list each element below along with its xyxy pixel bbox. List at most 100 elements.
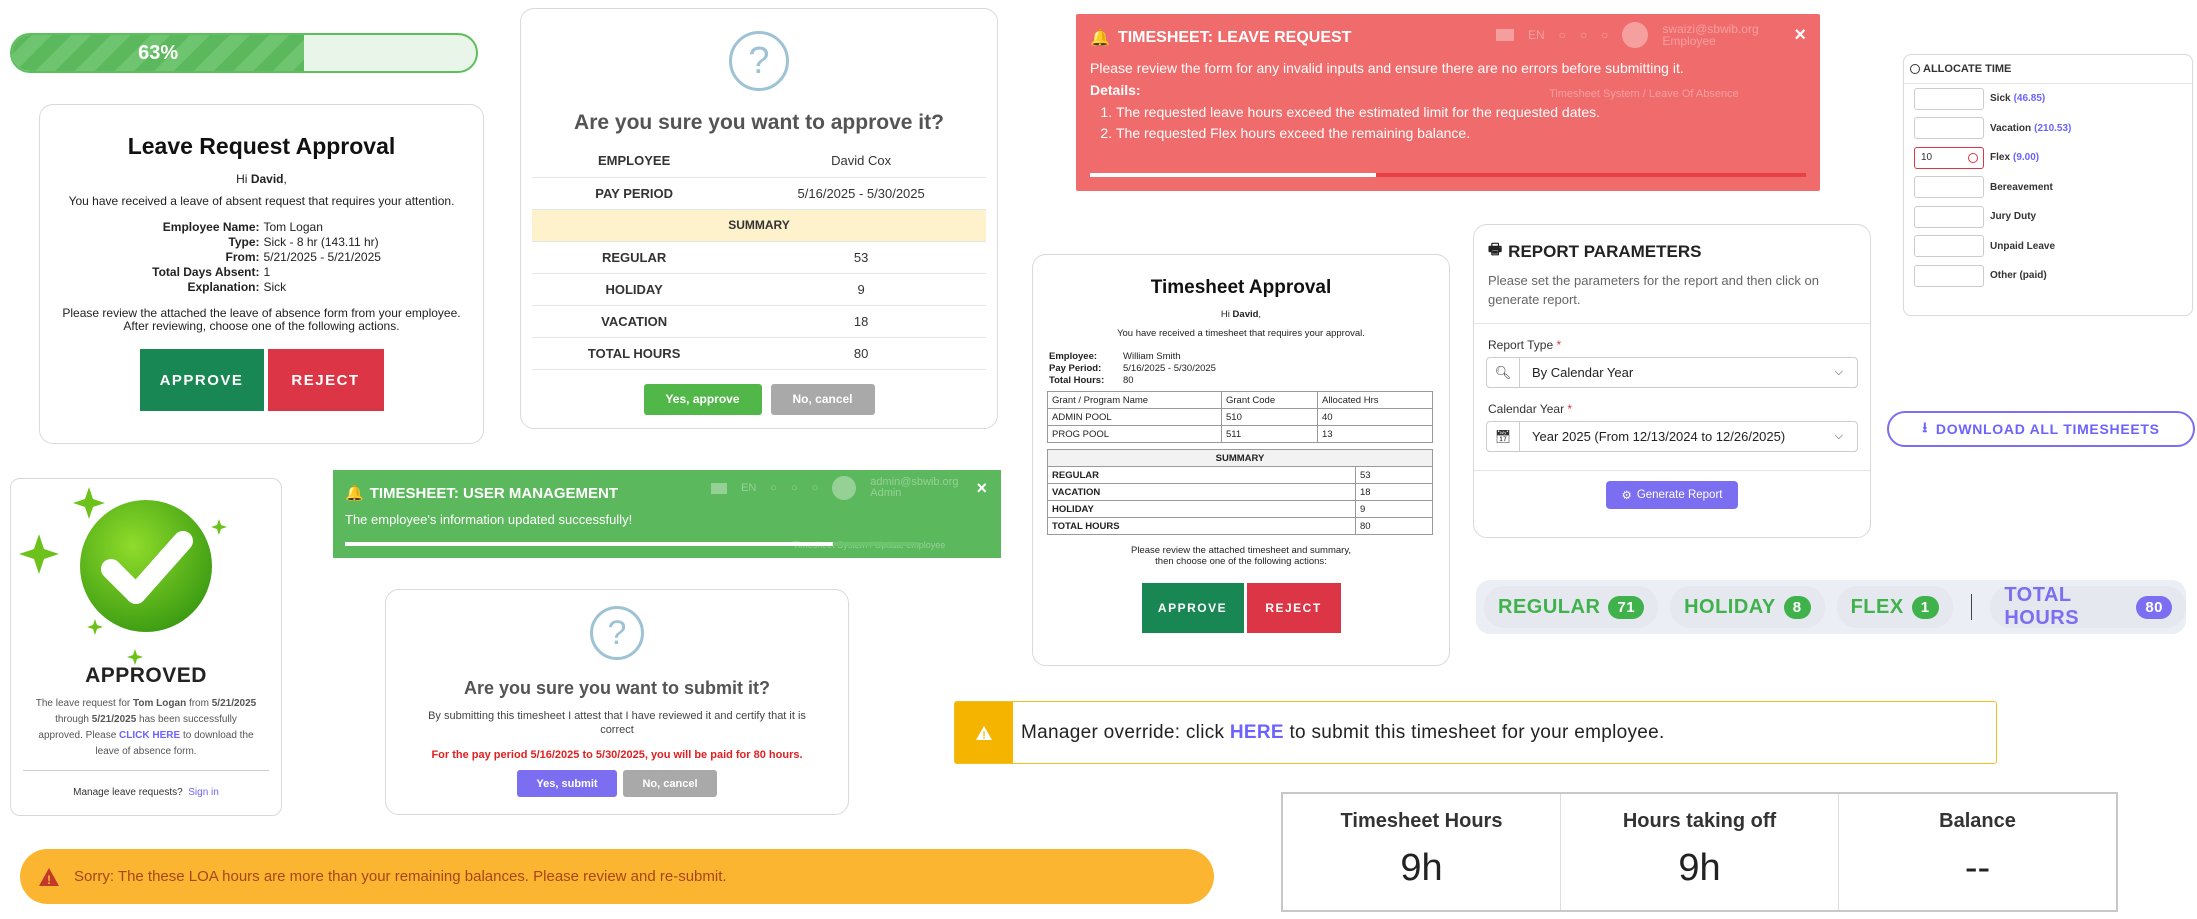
submit-body: By submitting this timesheet I attest th… — [428, 710, 806, 736]
row-value: 53 — [736, 241, 986, 274]
allocate-header: ALLOCATE TIME — [1904, 55, 2192, 84]
hours-input[interactable] — [1914, 117, 1984, 140]
table-cell: PROG POOL — [1047, 425, 1222, 443]
message-text: leave of absence form. — [95, 746, 197, 757]
employee-value: David Cox — [736, 145, 986, 178]
table-row: TOTAL HOURS 80 — [1047, 517, 1433, 535]
user-role: Employee — [1662, 34, 1716, 48]
hours-input[interactable]: 10 — [1914, 146, 1984, 169]
progress-fill: 63% — [12, 35, 305, 71]
greeting: Hi David, — [1033, 309, 1449, 320]
info-value: 5/16/2025 - 5/30/2025 — [1123, 363, 1216, 374]
hours-input[interactable] — [1914, 205, 1984, 228]
row-label: VACATION — [532, 305, 737, 338]
hours-input[interactable] — [1914, 235, 1984, 258]
pill-label: TOTAL HOURS — [2004, 584, 2080, 629]
user-role: Admin — [870, 487, 902, 499]
row-label: TOTAL HOURS — [532, 337, 737, 370]
stat-title: Hours taking off — [1622, 810, 1777, 832]
greeting-suffix: , — [283, 172, 287, 186]
hours-stats: Timesheet Hours 9h Hours taking off 9h Bal… — [1281, 792, 2118, 912]
download-all-timesheets-button[interactable]: ⭳ DOWNLOAD ALL TIMESHEETS — [1887, 411, 2195, 447]
download-form-link[interactable]: CLICK HERE — [119, 730, 180, 741]
yes-approve-button[interactable]: Yes, approve — [643, 383, 762, 415]
search-icon: ○ — [770, 482, 777, 494]
table-row: REGULAR 53 — [532, 241, 986, 274]
allocate-title: ALLOCATE TIME — [1923, 63, 2012, 75]
info-value: 80 — [1123, 375, 1134, 386]
greeting: Hi David, — [40, 172, 483, 186]
row-label: HOLIDAY — [532, 273, 737, 306]
hours-pill: REGULAR 71 — [1484, 586, 1659, 628]
yes-submit-button[interactable]: Yes, submit — [517, 770, 617, 797]
leave-approval-title: Leave Request Approval — [127, 133, 396, 159]
background-header: EN ○ ○ ○ admin@sbwib.org Admin — [711, 476, 958, 500]
message-text: approved. Please — [38, 730, 120, 741]
table-cell: HOLIDAY — [1047, 500, 1356, 518]
table-row: SUMMARY — [1047, 449, 1433, 467]
row-value: 9 — [736, 273, 986, 306]
pay-period-value: 5/16/2025 - 5/30/2025 — [736, 177, 986, 210]
approve-button[interactable]: APPROVE — [1141, 583, 1244, 633]
manager-override-banner: ! Manager override: click HERE to submit… — [954, 701, 1997, 764]
column-header: Grant / Program Name — [1047, 391, 1222, 409]
table-row: PROG POOL 511 13 — [1047, 425, 1433, 443]
allocate-row: Vacation (210.53) — [1904, 114, 2192, 144]
approved-message: The leave request for Tom Logan from 5/2… — [11, 696, 281, 760]
calendar-year-value: Year 2025 (From 12/13/2024 to 12/26/2025… — [1532, 429, 1786, 444]
allocate-row: Unpaid Leave — [1904, 232, 2192, 262]
calendar-year-select[interactable]: 📅︎ Year 2025 (From 12/13/2024 to 12/26/2… — [1486, 421, 1858, 452]
sign-in-link[interactable]: Sign in — [188, 787, 219, 798]
hours-input[interactable] — [1914, 264, 1984, 287]
lang-label: EN — [1528, 28, 1545, 42]
warning-icon: ! — [955, 702, 1013, 763]
download-icon: ⭳ — [1922, 419, 1928, 435]
report-description: Please set the parameters for the report… — [1488, 273, 1819, 307]
stat-hours-taking-off: Hours taking off 9h — [1561, 794, 1839, 910]
field-label: Explanation: — [187, 280, 260, 294]
table-cell: ADMIN POOL — [1047, 408, 1222, 426]
cancel-button[interactable]: No, cancel — [770, 383, 875, 415]
reject-button[interactable]: REJECT — [1246, 583, 1341, 633]
ts-approval-title: Timesheet Approval — [1150, 277, 1332, 298]
stat-balance: Balance -- — [1839, 794, 2116, 910]
allocate-label: Vacation — [1990, 122, 2032, 134]
search-icon: 🔍︎ — [1487, 358, 1520, 387]
pill-label: HOLIDAY — [1684, 595, 1776, 618]
field-value: 1 — [263, 265, 271, 279]
info-value: William Smith — [1123, 351, 1181, 362]
greeting-name: David — [250, 172, 284, 186]
message-text: through — [55, 714, 92, 725]
field-value: Sick - 8 hr (143.11 hr) — [263, 235, 379, 249]
avatar — [832, 476, 857, 500]
stat-timesheet-hours: Timesheet Hours 9h — [1283, 794, 1561, 910]
greeting-prefix: Hi — [236, 172, 251, 186]
employee-name: Tom Logan — [133, 698, 187, 709]
timer-bar — [1090, 173, 1377, 177]
generate-report-button[interactable]: ⚙ Generate Report — [1606, 481, 1738, 509]
table-row: HOLIDAY 9 — [532, 273, 986, 306]
hours-input[interactable] — [1914, 87, 1984, 110]
report-type-select[interactable]: 🔍︎ By Calendar Year ⌵ — [1486, 357, 1858, 388]
cancel-button[interactable]: No, cancel — [623, 770, 717, 797]
approve-button[interactable]: APPROVE — [139, 349, 264, 411]
clock-icon — [1910, 64, 1920, 74]
bell-icon: ○ — [811, 482, 819, 494]
close-icon[interactable]: × — [976, 478, 987, 499]
greeting-prefix: Hi — [1220, 309, 1233, 320]
progress-bar: 63% — [10, 33, 478, 73]
required-marker: * — [1567, 402, 1573, 416]
reject-button[interactable]: REJECT — [267, 349, 384, 411]
list-item: The requested Flex hours exceed the rema… — [1116, 123, 1600, 144]
svg-text:!: ! — [982, 730, 985, 741]
override-here-link[interactable]: HERE — [1230, 722, 1284, 743]
bell-icon: ○ — [1601, 28, 1609, 42]
allocate-row: Other (paid) — [1904, 261, 2192, 291]
allocate-label: Flex — [1990, 152, 2011, 164]
timesheet-approval-card: Timesheet Approval Hi David, You have re… — [1032, 254, 1450, 666]
table-row: HOLIDAY 9 — [1047, 500, 1433, 518]
hours-input[interactable] — [1914, 176, 1984, 199]
close-icon[interactable]: × — [1794, 24, 1806, 47]
hours-pill: FLEX 1 — [1836, 586, 1953, 628]
svg-text:!: ! — [47, 873, 51, 887]
